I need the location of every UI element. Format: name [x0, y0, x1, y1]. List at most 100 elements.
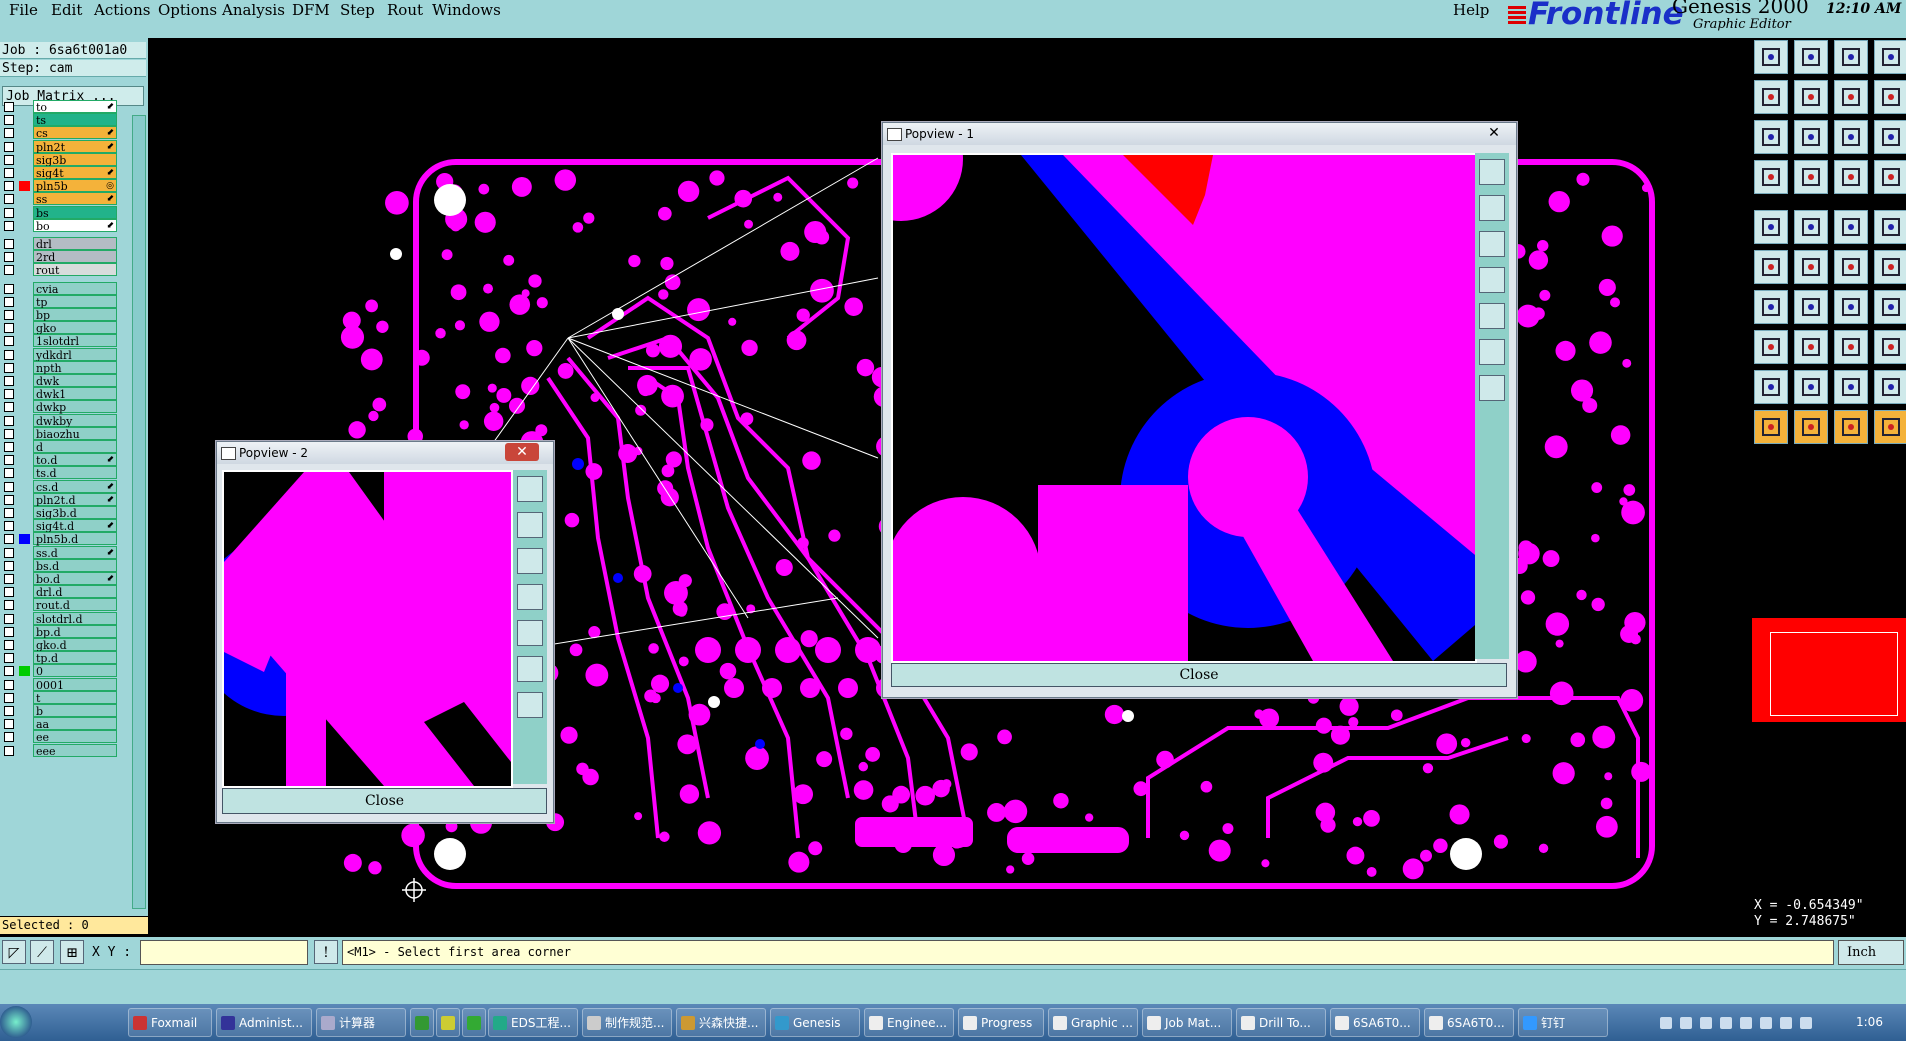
layer-row[interactable]: bo.d ⬋ [0, 572, 118, 586]
grid-icon[interactable]: ⊞ [60, 940, 84, 964]
layer-name[interactable]: t [33, 690, 117, 705]
layer-icon[interactable] [1874, 80, 1906, 114]
layer-row[interactable]: 0 [0, 664, 118, 678]
snap-icon[interactable]: ◸ [2, 940, 26, 964]
layer-row[interactable]: pln2t ⬋ [0, 139, 118, 154]
layer-checkbox[interactable] [4, 362, 14, 373]
layer-row[interactable]: ss ⬋ [0, 192, 118, 206]
taskbar-button[interactable]: Progress [958, 1008, 1044, 1037]
route-icon[interactable] [1874, 250, 1906, 284]
layer-name[interactable]: aa [33, 717, 117, 731]
menu-actions[interactable]: Actions [94, 1, 150, 19]
layer-checkbox[interactable] [4, 376, 14, 386]
layer-checkbox[interactable] [4, 640, 14, 650]
layer-checkbox[interactable] [4, 128, 14, 139]
text-icon[interactable] [1874, 290, 1906, 324]
layer-checkbox[interactable] [4, 415, 14, 426]
layer-name[interactable]: drl.d [33, 585, 117, 599]
import-icon[interactable] [1754, 80, 1788, 114]
layer-checkbox[interactable] [4, 547, 14, 558]
layer-row[interactable]: cvia [0, 281, 118, 296]
layer-name[interactable]: 0 [33, 664, 117, 678]
network-icon[interactable] [1720, 1017, 1732, 1029]
layer-name[interactable]: drl [33, 237, 117, 251]
layer-row[interactable]: drl [0, 237, 118, 251]
menu-help[interactable]: Help [1453, 1, 1489, 19]
line-icon[interactable] [1794, 210, 1828, 244]
layer-row[interactable]: cs ⬋ [0, 126, 118, 140]
units-select[interactable]: Inch [1838, 940, 1904, 965]
layer-name[interactable]: dwkby [33, 413, 117, 428]
layer-row[interactable]: sig3b.d [0, 506, 118, 520]
layer-checkbox[interactable] [4, 600, 14, 611]
layer-name[interactable]: ts [33, 113, 117, 127]
layer-checkbox[interactable] [4, 719, 14, 730]
layer-checkbox[interactable] [4, 574, 14, 584]
popview-tool-icon[interactable] [517, 512, 543, 538]
layer-name[interactable]: rout [33, 263, 117, 277]
layer-checkbox[interactable] [4, 613, 14, 624]
layer-checkbox[interactable] [4, 239, 14, 249]
popview-tool-icon[interactable] [1479, 375, 1505, 401]
help-icon[interactable] [1874, 120, 1906, 154]
slash-icon[interactable] [1794, 290, 1828, 324]
layer-row[interactable]: tp [0, 294, 118, 309]
layer-row[interactable]: d [0, 440, 118, 454]
layer-row[interactable]: slotdrl.d [0, 611, 118, 626]
start-button[interactable] [0, 1006, 32, 1038]
layer-checkbox[interactable] [4, 521, 14, 532]
layer-row[interactable]: npth [0, 360, 118, 375]
layer-name[interactable]: sig4t ⬋ [33, 166, 117, 180]
layer-checkbox[interactable] [4, 706, 14, 716]
layer-checkbox[interactable] [4, 265, 14, 276]
layer-checkbox[interactable] [4, 402, 14, 413]
layer-checkbox[interactable] [4, 732, 14, 743]
arc-icon[interactable] [1834, 290, 1868, 324]
layer-checkbox[interactable] [4, 115, 14, 126]
layer-row[interactable]: sig4t ⬋ [0, 166, 118, 180]
layer-name[interactable]: cs ⬋ [33, 126, 117, 140]
dash-icon[interactable] [1794, 330, 1828, 364]
layer-checkbox[interactable] [4, 323, 14, 334]
taskbar-button[interactable]: Enginee... [864, 1008, 954, 1037]
xy-input[interactable] [140, 940, 308, 965]
layer-row[interactable]: aa [0, 717, 118, 731]
layer-checkbox[interactable] [4, 296, 14, 307]
help-icon[interactable] [1680, 1017, 1692, 1029]
layer-name[interactable]: cvia [33, 281, 117, 296]
menu-file[interactable]: File [9, 1, 38, 19]
filter-icon[interactable] [1874, 160, 1906, 194]
popview-1-close-button[interactable]: Close [891, 663, 1507, 687]
layer-row[interactable]: to ⬋ [0, 100, 118, 114]
tray-icon[interactable] [1700, 1017, 1712, 1029]
layer-name[interactable]: bo.d ⬋ [33, 572, 117, 586]
layer-checkbox[interactable] [4, 666, 14, 677]
group-icon[interactable] [1874, 330, 1906, 364]
layer-name[interactable]: ss.d ⬋ [33, 545, 117, 560]
layer-name[interactable]: gko.d [33, 638, 117, 652]
layer-name[interactable]: biaozhu [33, 426, 117, 441]
layer-checkbox[interactable] [4, 194, 14, 205]
layer-row[interactable]: sig3b [0, 152, 118, 167]
layer-checkbox[interactable] [4, 455, 14, 466]
layer-row[interactable]: biaozhu [0, 426, 118, 441]
layer-name[interactable]: bp.d [33, 624, 117, 639]
layer-checkbox[interactable] [4, 679, 14, 690]
layer-name[interactable]: tp.d [33, 651, 117, 665]
layer-checkbox[interactable] [4, 349, 14, 360]
layer-checkbox[interactable] [4, 745, 14, 756]
layer-checkbox[interactable] [4, 442, 14, 452]
layer-row[interactable]: to.d ⬋ [0, 453, 118, 467]
popview-tool-icon[interactable] [1479, 231, 1505, 257]
menu-analysis[interactable]: Analysis [222, 1, 285, 19]
layer-checkbox[interactable] [4, 389, 14, 400]
layer-checkbox[interactable] [4, 587, 14, 598]
layer-checkbox[interactable] [4, 653, 14, 664]
popview-tool-icon[interactable] [1479, 267, 1505, 293]
popview-2-view[interactable] [222, 470, 513, 788]
layer-name[interactable]: pln5b.d [33, 532, 117, 546]
layer-checkbox[interactable] [4, 310, 14, 320]
angle-icon[interactable] [1794, 370, 1828, 404]
layer-checkbox[interactable] [4, 428, 14, 439]
menu-step[interactable]: Step [340, 1, 375, 19]
